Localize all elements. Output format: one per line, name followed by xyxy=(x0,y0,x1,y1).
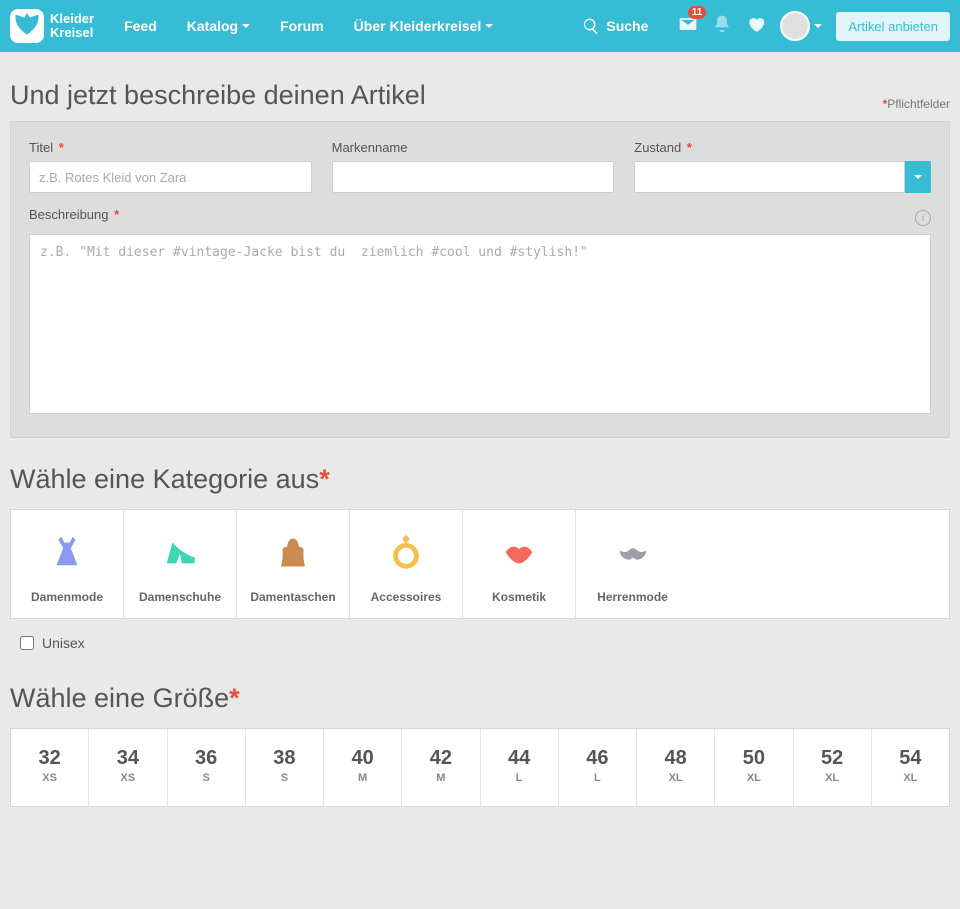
condition-label: Zustand * xyxy=(634,140,931,155)
description-label: Beschreibung * xyxy=(29,207,119,222)
site-header: KleiderKreisel Feed Katalog Forum Über K… xyxy=(0,0,960,52)
heart-icon xyxy=(746,14,766,34)
required-fields-note: *Pflichtfelder xyxy=(883,97,950,111)
handbag-icon xyxy=(241,532,345,572)
size-40[interactable]: 40M xyxy=(324,729,402,806)
brand-logo-text: KleiderKreisel xyxy=(50,12,94,40)
chevron-down-icon xyxy=(485,24,493,28)
condition-dropdown-toggle[interactable] xyxy=(905,161,931,193)
category-damenmode[interactable]: Damenmode xyxy=(11,510,124,618)
size-44[interactable]: 44L xyxy=(481,729,559,806)
title-label: Titel * xyxy=(29,140,312,155)
notifications-button[interactable] xyxy=(712,14,732,39)
nav-catalog[interactable]: Katalog xyxy=(187,18,250,34)
nav-feed[interactable]: Feed xyxy=(124,18,157,34)
search-icon xyxy=(582,17,600,35)
ring-icon xyxy=(354,532,458,572)
dress-icon xyxy=(15,532,119,572)
size-52[interactable]: 52XL xyxy=(794,729,872,806)
lips-icon xyxy=(467,532,571,572)
title-input[interactable] xyxy=(29,161,312,193)
brand-logo-icon xyxy=(10,9,44,43)
unisex-checkbox[interactable] xyxy=(20,636,34,650)
size-36[interactable]: 36S xyxy=(168,729,246,806)
size-48[interactable]: 48XL xyxy=(637,729,715,806)
category-damenschuhe[interactable]: Damenschuhe xyxy=(124,510,237,618)
size-34[interactable]: 34XS xyxy=(89,729,167,806)
search-button[interactable]: Suche xyxy=(582,17,648,35)
messages-badge: 11 xyxy=(688,6,707,19)
describe-title: Und jetzt beschreibe deinen Artikel xyxy=(10,80,426,111)
messages-button[interactable]: 11 xyxy=(678,14,698,39)
size-32[interactable]: 32XS xyxy=(11,729,89,806)
bell-icon xyxy=(712,14,732,34)
favorites-button[interactable] xyxy=(746,14,766,39)
describe-panel: Titel * Markenname Zustand * Beschreibun… xyxy=(10,121,950,438)
size-title: Wähle eine Größe* xyxy=(10,683,950,714)
sizes-panel: 32XS 34XS 36S 38S 40M 42M 44L 46L 48XL 5… xyxy=(10,728,950,807)
offer-item-button[interactable]: Artikel anbieten xyxy=(836,12,950,41)
categories-panel: Damenmode Damenschuhe Damentaschen Acces… xyxy=(10,509,950,619)
size-38[interactable]: 38S xyxy=(246,729,324,806)
brand-input[interactable] xyxy=(332,161,615,193)
condition-select[interactable] xyxy=(634,161,931,193)
condition-value[interactable] xyxy=(634,161,905,193)
brand-logo[interactable]: KleiderKreisel xyxy=(10,9,94,43)
info-icon[interactable]: i xyxy=(915,210,931,226)
header-actions: 11 Artikel anbieten xyxy=(678,11,950,41)
category-accessoires[interactable]: Accessoires xyxy=(350,510,463,618)
nav-forum[interactable]: Forum xyxy=(280,18,324,34)
high-heel-icon xyxy=(128,532,232,572)
size-42[interactable]: 42M xyxy=(402,729,480,806)
category-title: Wähle eine Kategorie aus* xyxy=(10,464,950,495)
size-50[interactable]: 50XL xyxy=(715,729,793,806)
category-herrenmode[interactable]: Herrenmode xyxy=(576,510,689,618)
main-nav: Feed Katalog Forum Über Kleiderkreisel xyxy=(124,18,493,34)
user-menu[interactable] xyxy=(780,11,822,41)
unisex-row: Unisex xyxy=(10,619,950,657)
chevron-down-icon xyxy=(242,24,250,28)
size-54[interactable]: 54XL xyxy=(872,729,949,806)
category-damentaschen[interactable]: Damentaschen xyxy=(237,510,350,618)
brand-label: Markenname xyxy=(332,140,615,155)
chevron-down-icon xyxy=(914,175,922,179)
description-textarea[interactable] xyxy=(29,234,931,414)
chevron-down-icon xyxy=(814,24,822,28)
mustache-icon xyxy=(580,532,685,572)
describe-section-head: Und jetzt beschreibe deinen Artikel *Pfl… xyxy=(10,62,950,121)
nav-about[interactable]: Über Kleiderkreisel xyxy=(354,18,494,34)
category-kosmetik[interactable]: Kosmetik xyxy=(463,510,576,618)
size-46[interactable]: 46L xyxy=(559,729,637,806)
avatar xyxy=(780,11,810,41)
unisex-label[interactable]: Unisex xyxy=(42,635,85,651)
